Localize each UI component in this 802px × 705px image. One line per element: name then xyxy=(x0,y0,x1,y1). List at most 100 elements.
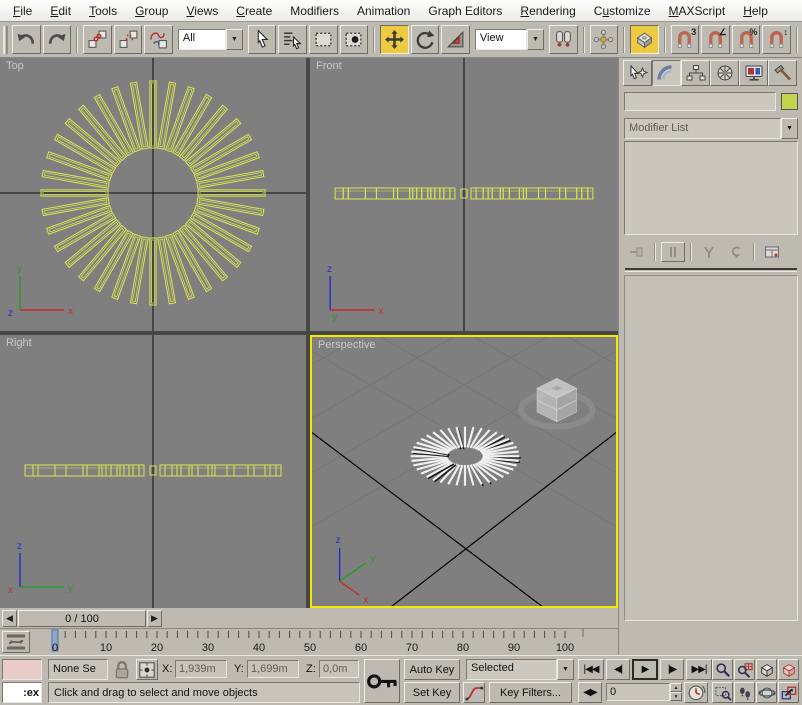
menu-item-animation[interactable]: Animation xyxy=(348,1,419,21)
unlink-selection-button[interactable] xyxy=(114,25,143,54)
viewport-front[interactable]: zxyFront xyxy=(310,58,618,331)
select-object-button[interactable] xyxy=(248,25,277,54)
undo-button[interactable] xyxy=(12,25,41,54)
default-in-out-tangents-button[interactable] xyxy=(463,682,485,703)
zoom-extents-button[interactable] xyxy=(756,659,777,680)
menu-item-file[interactable]: File xyxy=(4,1,41,21)
viewport-perspective[interactable]: zyxPerspective xyxy=(310,335,618,608)
modifier-stack-list[interactable] xyxy=(624,141,798,235)
rectangular-selection-region-button[interactable] xyxy=(309,25,338,54)
key-filters-button[interactable]: Key Filters... xyxy=(489,682,572,703)
use-pivot-point-center-button[interactable] xyxy=(549,25,578,54)
redo-button[interactable] xyxy=(43,25,72,54)
select-and-rotate-button[interactable] xyxy=(411,25,440,54)
viewport-scene-top[interactable]: yxz xyxy=(0,58,306,331)
open-mini-curve-editor-button[interactable] xyxy=(2,631,30,653)
maximize-viewport-toggle-button[interactable] xyxy=(778,682,799,703)
keyboard-shortcut-override-toggle-button[interactable] xyxy=(630,25,659,54)
panel-tab-display[interactable] xyxy=(739,60,768,86)
panel-tab-modify[interactable] xyxy=(652,60,681,86)
time-configuration-button[interactable] xyxy=(684,682,708,703)
pan-walk-button[interactable] xyxy=(734,682,755,703)
menu-item-views[interactable]: Views xyxy=(177,1,227,21)
percent-snap-toggle-button[interactable]: % xyxy=(732,25,761,54)
panel-tab-create[interactable] xyxy=(623,60,652,86)
snaps-toggle-3d-button[interactable]: 3 xyxy=(671,25,700,54)
reference-coordinate-system-dropdown[interactable]: View▼ xyxy=(475,29,544,50)
viewport-label-front[interactable]: Front xyxy=(316,60,342,72)
track-bar[interactable]: 0102030405060708090100 xyxy=(0,629,618,655)
maxscript-mini-listener-macro[interactable] xyxy=(2,659,42,680)
modifier-list-value[interactable]: Modifier List xyxy=(624,118,781,139)
key-mode-value[interactable]: Selected xyxy=(466,659,557,680)
set-key-button[interactable]: Set Key xyxy=(404,682,460,703)
menu-item-group[interactable]: Group xyxy=(126,1,177,21)
chevron-down-icon[interactable]: ▼ xyxy=(557,659,574,680)
key-mode-dropdown[interactable]: Selected ▼ xyxy=(466,659,574,680)
viewport-scene-front[interactable]: zxy xyxy=(310,58,618,331)
time-slider-next-button[interactable]: ▶ xyxy=(147,610,162,627)
menu-item-customize[interactable]: Customize xyxy=(585,1,660,21)
maxscript-mini-listener-output[interactable]: :ex xyxy=(2,682,42,703)
go-to-start-button[interactable]: |◀◀ xyxy=(578,659,604,680)
z-coordinate-field[interactable] xyxy=(319,660,359,678)
y-coordinate-field[interactable] xyxy=(247,660,299,678)
selection-filter-value[interactable]: All xyxy=(178,29,226,50)
select-and-manipulate-button[interactable] xyxy=(590,25,619,54)
menu-item-edit[interactable]: Edit xyxy=(41,1,80,21)
previous-frame-button[interactable]: ◀| xyxy=(606,659,630,680)
time-slider-prev-button[interactable]: ◀ xyxy=(2,610,17,627)
configure-modifier-sets-button[interactable] xyxy=(760,242,784,262)
angle-snap-toggle-button[interactable]: ∠ xyxy=(701,25,730,54)
viewport-label-top[interactable]: Top xyxy=(6,60,24,72)
go-to-end-button[interactable]: ▶▶| xyxy=(686,659,712,680)
menu-item-help[interactable]: Help xyxy=(734,1,777,21)
x-coordinate-field[interactable] xyxy=(175,660,227,678)
remove-modifier-button[interactable] xyxy=(724,242,748,262)
window-crossing-button[interactable] xyxy=(340,25,369,54)
time-slider-handle[interactable]: 0 / 100 xyxy=(18,610,146,627)
menu-item-graph-editors[interactable]: Graph Editors xyxy=(419,1,511,21)
absolute-offset-mode-toggle[interactable] xyxy=(136,659,158,680)
object-name-field[interactable] xyxy=(624,92,776,111)
menu-item-tools[interactable]: Tools xyxy=(80,1,126,21)
viewport-top[interactable]: yxzTop xyxy=(0,58,306,331)
viewport-right[interactable]: zyxRight xyxy=(0,335,306,608)
select-and-scale-button[interactable] xyxy=(441,25,470,54)
viewport-scene-right[interactable]: zyx xyxy=(0,335,306,608)
viewport-label-perspective[interactable]: Perspective xyxy=(318,339,375,351)
zoom-all-button[interactable] xyxy=(734,659,755,680)
select-and-link-button[interactable] xyxy=(83,25,112,54)
reference-coordinate-system-value[interactable]: View xyxy=(475,29,527,50)
menu-item-create[interactable]: Create xyxy=(227,1,281,21)
viewport-scene-perspective[interactable]: zyx xyxy=(312,337,616,606)
object-color-swatch[interactable] xyxy=(781,93,798,110)
select-and-move-button[interactable] xyxy=(380,25,409,54)
set-key-big-key-button[interactable] xyxy=(364,659,400,703)
frame-spinner-down[interactable]: ▼ xyxy=(670,692,682,701)
bind-to-space-warp-button[interactable] xyxy=(144,25,173,54)
chevron-down-icon[interactable]: ▼ xyxy=(527,29,544,50)
viewport-label-right[interactable]: Right xyxy=(6,337,32,349)
panel-tab-hierarchy[interactable] xyxy=(681,60,710,86)
key-mode-toggle-button[interactable]: ◀▶ xyxy=(578,682,602,703)
next-frame-button[interactable]: |▶ xyxy=(660,659,684,680)
selection-filter-dropdown[interactable]: All▼ xyxy=(178,29,243,50)
select-by-name-button[interactable] xyxy=(278,25,307,54)
menu-item-rendering[interactable]: Rendering xyxy=(511,1,584,21)
selection-lock-toggle[interactable] xyxy=(112,660,132,680)
chevron-down-icon[interactable]: ▼ xyxy=(226,29,243,50)
auto-key-button[interactable]: Auto Key xyxy=(404,659,460,680)
zoom-button[interactable] xyxy=(712,659,733,680)
zoom-extents-all-button[interactable] xyxy=(778,659,799,680)
menu-item-modifiers[interactable]: Modifiers xyxy=(281,1,348,21)
arc-rotate-button[interactable] xyxy=(756,682,777,703)
frame-spinner-up[interactable]: ▲ xyxy=(670,683,682,692)
panel-tab-utilities[interactable] xyxy=(768,60,797,86)
current-frame-field[interactable] xyxy=(606,683,670,701)
toolbar-drag-handle[interactable] xyxy=(3,26,8,54)
menu-item-maxscript[interactable]: MAXScript xyxy=(660,1,735,21)
zoom-region-button[interactable] xyxy=(712,682,733,703)
spinner-snap-toggle-button[interactable]: ↕ xyxy=(762,25,791,54)
make-unique-button[interactable] xyxy=(697,242,721,262)
